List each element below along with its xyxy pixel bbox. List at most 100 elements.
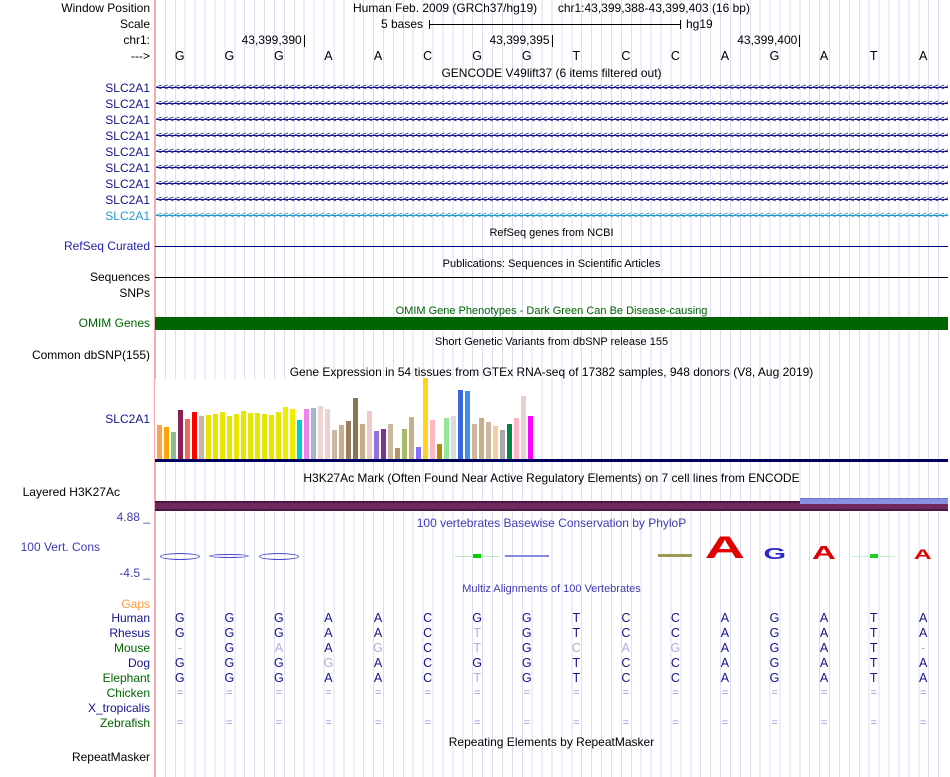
alignment-base: G xyxy=(274,671,284,685)
ruler-base-letter: G xyxy=(769,49,780,63)
alignment-base: G xyxy=(373,641,383,655)
common-dbsnp-label[interactable]: Common dbSNP(155) xyxy=(32,348,150,362)
gene-transcript-label[interactable]: SLC2A1 xyxy=(105,96,150,112)
gtex-tissue-bar xyxy=(248,413,253,460)
gtex-tissue-bar xyxy=(458,390,463,460)
repeatmasker-label[interactable]: RepeatMasker xyxy=(72,750,150,764)
alignment-base: = xyxy=(226,717,233,729)
alignment-base: T xyxy=(473,671,481,685)
ruler-base-letter: C xyxy=(423,49,433,63)
genome-browser-image: Window Position Human Feb. 2009 (GRCh37/… xyxy=(0,0,950,777)
gaps-row-label[interactable]: Gaps xyxy=(121,597,150,611)
alignment-base: G xyxy=(521,641,532,655)
alignment-base: G xyxy=(224,656,235,670)
alignment-base: A xyxy=(373,626,383,640)
snps-label[interactable]: SNPs xyxy=(119,286,150,300)
alignment-base: G xyxy=(174,626,185,640)
gene-transcript-label[interactable]: SLC2A1 xyxy=(105,144,150,160)
species-label[interactable]: Mouse xyxy=(114,641,150,656)
gtex-tissue-bar xyxy=(276,412,281,460)
sequences-label[interactable]: Sequences xyxy=(90,270,150,284)
species-label[interactable]: Elephant xyxy=(103,671,150,686)
gtex-tissue-bar xyxy=(353,398,358,460)
alignment-base: = xyxy=(622,687,630,699)
alignment-base: = xyxy=(523,687,530,699)
alignment-base: = xyxy=(424,717,431,729)
omim-genes-label[interactable]: OMIM Genes xyxy=(79,317,150,330)
minus-strand-arrows: <<<<<<<<<<<<<<<<<<<<<<<<<<<<<<<<<<<<<<<<… xyxy=(156,194,948,205)
gene-transcript-label[interactable]: SLC2A1 xyxy=(105,128,150,144)
gene-transcript-label[interactable]: SLC2A1 xyxy=(105,176,150,192)
gene-transcript-label[interactable]: SLC2A1 xyxy=(105,112,150,128)
gtex-tissue-bar xyxy=(241,411,246,460)
gtex-tissue-bar xyxy=(325,409,330,460)
gtex-tissue-bar xyxy=(451,416,456,460)
species-label[interactable]: X_tropicalis xyxy=(88,701,150,716)
gene-transcript-row[interactable]: <<<<<<<<<<<<<<<<<<<<<<<<<<<<<<<<<<<<<<<<… xyxy=(156,208,948,224)
species-label[interactable]: Rhesus xyxy=(109,626,150,641)
gtex-tissue-bar xyxy=(479,418,484,460)
minus-strand-arrows: <<<<<<<<<<<<<<<<<<<<<<<<<<<<<<<<<<<<<<<<… xyxy=(156,210,948,221)
gene-transcript-row[interactable]: <<<<<<<<<<<<<<<<<<<<<<<<<<<<<<<<<<<<<<<<… xyxy=(156,192,948,208)
refseq-gene-line[interactable] xyxy=(155,246,948,247)
conservation-letter-glyph: A xyxy=(914,547,933,562)
gene-transcript-label[interactable]: SLC2A1 xyxy=(105,80,150,96)
gtex-tissue-bar xyxy=(339,425,344,460)
alignment-base: A xyxy=(720,641,730,655)
gtex-gene-label[interactable]: SLC2A1 xyxy=(105,412,150,426)
gene-transcript-row[interactable]: <<<<<<<<<<<<<<<<<<<<<<<<<<<<<<<<<<<<<<<<… xyxy=(156,80,948,96)
gene-transcript-row[interactable]: <<<<<<<<<<<<<<<<<<<<<<<<<<<<<<<<<<<<<<<<… xyxy=(156,128,948,144)
gtex-tissue-bar xyxy=(234,414,239,460)
omim-track-title: OMIM Gene Phenotypes - Dark Green Can Be… xyxy=(395,305,708,317)
alignment-base: - xyxy=(177,641,182,655)
conservation-lens-glyph xyxy=(258,552,299,560)
species-label[interactable]: Dog xyxy=(128,656,150,671)
species-label[interactable]: Chicken xyxy=(107,686,150,701)
conservation-letter-glyph: A xyxy=(812,542,837,563)
assembly-text: Human Feb. 2009 (GRCh37/hg19) xyxy=(353,1,538,15)
gene-transcript-row[interactable]: <<<<<<<<<<<<<<<<<<<<<<<<<<<<<<<<<<<<<<<<… xyxy=(156,112,948,128)
publications-sequence-line[interactable] xyxy=(155,277,948,278)
scale-value: 5 bases xyxy=(380,17,423,31)
gene-transcript-row[interactable]: <<<<<<<<<<<<<<<<<<<<<<<<<<<<<<<<<<<<<<<<… xyxy=(156,176,948,192)
alignment-base: C xyxy=(670,611,680,625)
gene-transcript-row[interactable]: <<<<<<<<<<<<<<<<<<<<<<<<<<<<<<<<<<<<<<<<… xyxy=(156,144,948,160)
alignment-base: G xyxy=(769,611,780,625)
alignment-base: A xyxy=(720,626,730,640)
alignment-base: A xyxy=(819,626,829,640)
alignment-base: C xyxy=(621,671,631,685)
gtex-tissue-bar xyxy=(381,429,386,460)
alignment-base: G xyxy=(769,626,780,640)
gene-transcript-label[interactable]: SLC2A1 xyxy=(105,192,150,208)
conservation-dot-glyph xyxy=(473,554,482,558)
alignment-base: = xyxy=(573,717,580,729)
alignment-base: G xyxy=(521,611,532,625)
omim-gene-bar[interactable] xyxy=(155,317,948,330)
chromosome-label: chr1: xyxy=(123,33,150,47)
conservation-label[interactable]: 100 Vert. Cons xyxy=(21,540,100,554)
gene-transcript-row[interactable]: <<<<<<<<<<<<<<<<<<<<<<<<<<<<<<<<<<<<<<<<… xyxy=(156,160,948,176)
alignment-base: C xyxy=(621,611,631,625)
scale-bar xyxy=(429,20,681,29)
gtex-expression-barchart[interactable] xyxy=(157,378,535,460)
alignment-base: C xyxy=(423,641,433,655)
species-label[interactable]: Zebrafish xyxy=(100,716,150,731)
species-label[interactable]: Human xyxy=(111,611,150,626)
layered-h3k27ac-label[interactable]: Layered H3K27Ac xyxy=(23,485,120,499)
alignment-base: G xyxy=(323,656,334,670)
refseq-curated-label[interactable]: RefSeq Curated xyxy=(64,239,150,253)
gene-transcript-label[interactable]: SLC2A1 xyxy=(105,160,150,176)
alignment-base: = xyxy=(771,717,778,729)
alignment-base: C xyxy=(670,626,680,640)
gtex-tissue-bar xyxy=(437,444,442,460)
gene-transcript-label[interactable]: SLC2A1 xyxy=(105,208,150,224)
ruler-base-letter: A xyxy=(373,49,383,63)
alignment-base: G xyxy=(274,611,284,625)
gtex-tissue-bar xyxy=(430,420,435,460)
gene-transcript-row[interactable]: <<<<<<<<<<<<<<<<<<<<<<<<<<<<<<<<<<<<<<<<… xyxy=(156,96,948,112)
gtex-tissue-bar xyxy=(507,424,512,460)
ruler-coordinate-label: 43,399,395 xyxy=(489,33,550,47)
gtex-tissue-bar xyxy=(269,415,274,460)
ruler-coordinate-tick xyxy=(303,35,305,47)
alignment-base: G xyxy=(224,671,235,685)
